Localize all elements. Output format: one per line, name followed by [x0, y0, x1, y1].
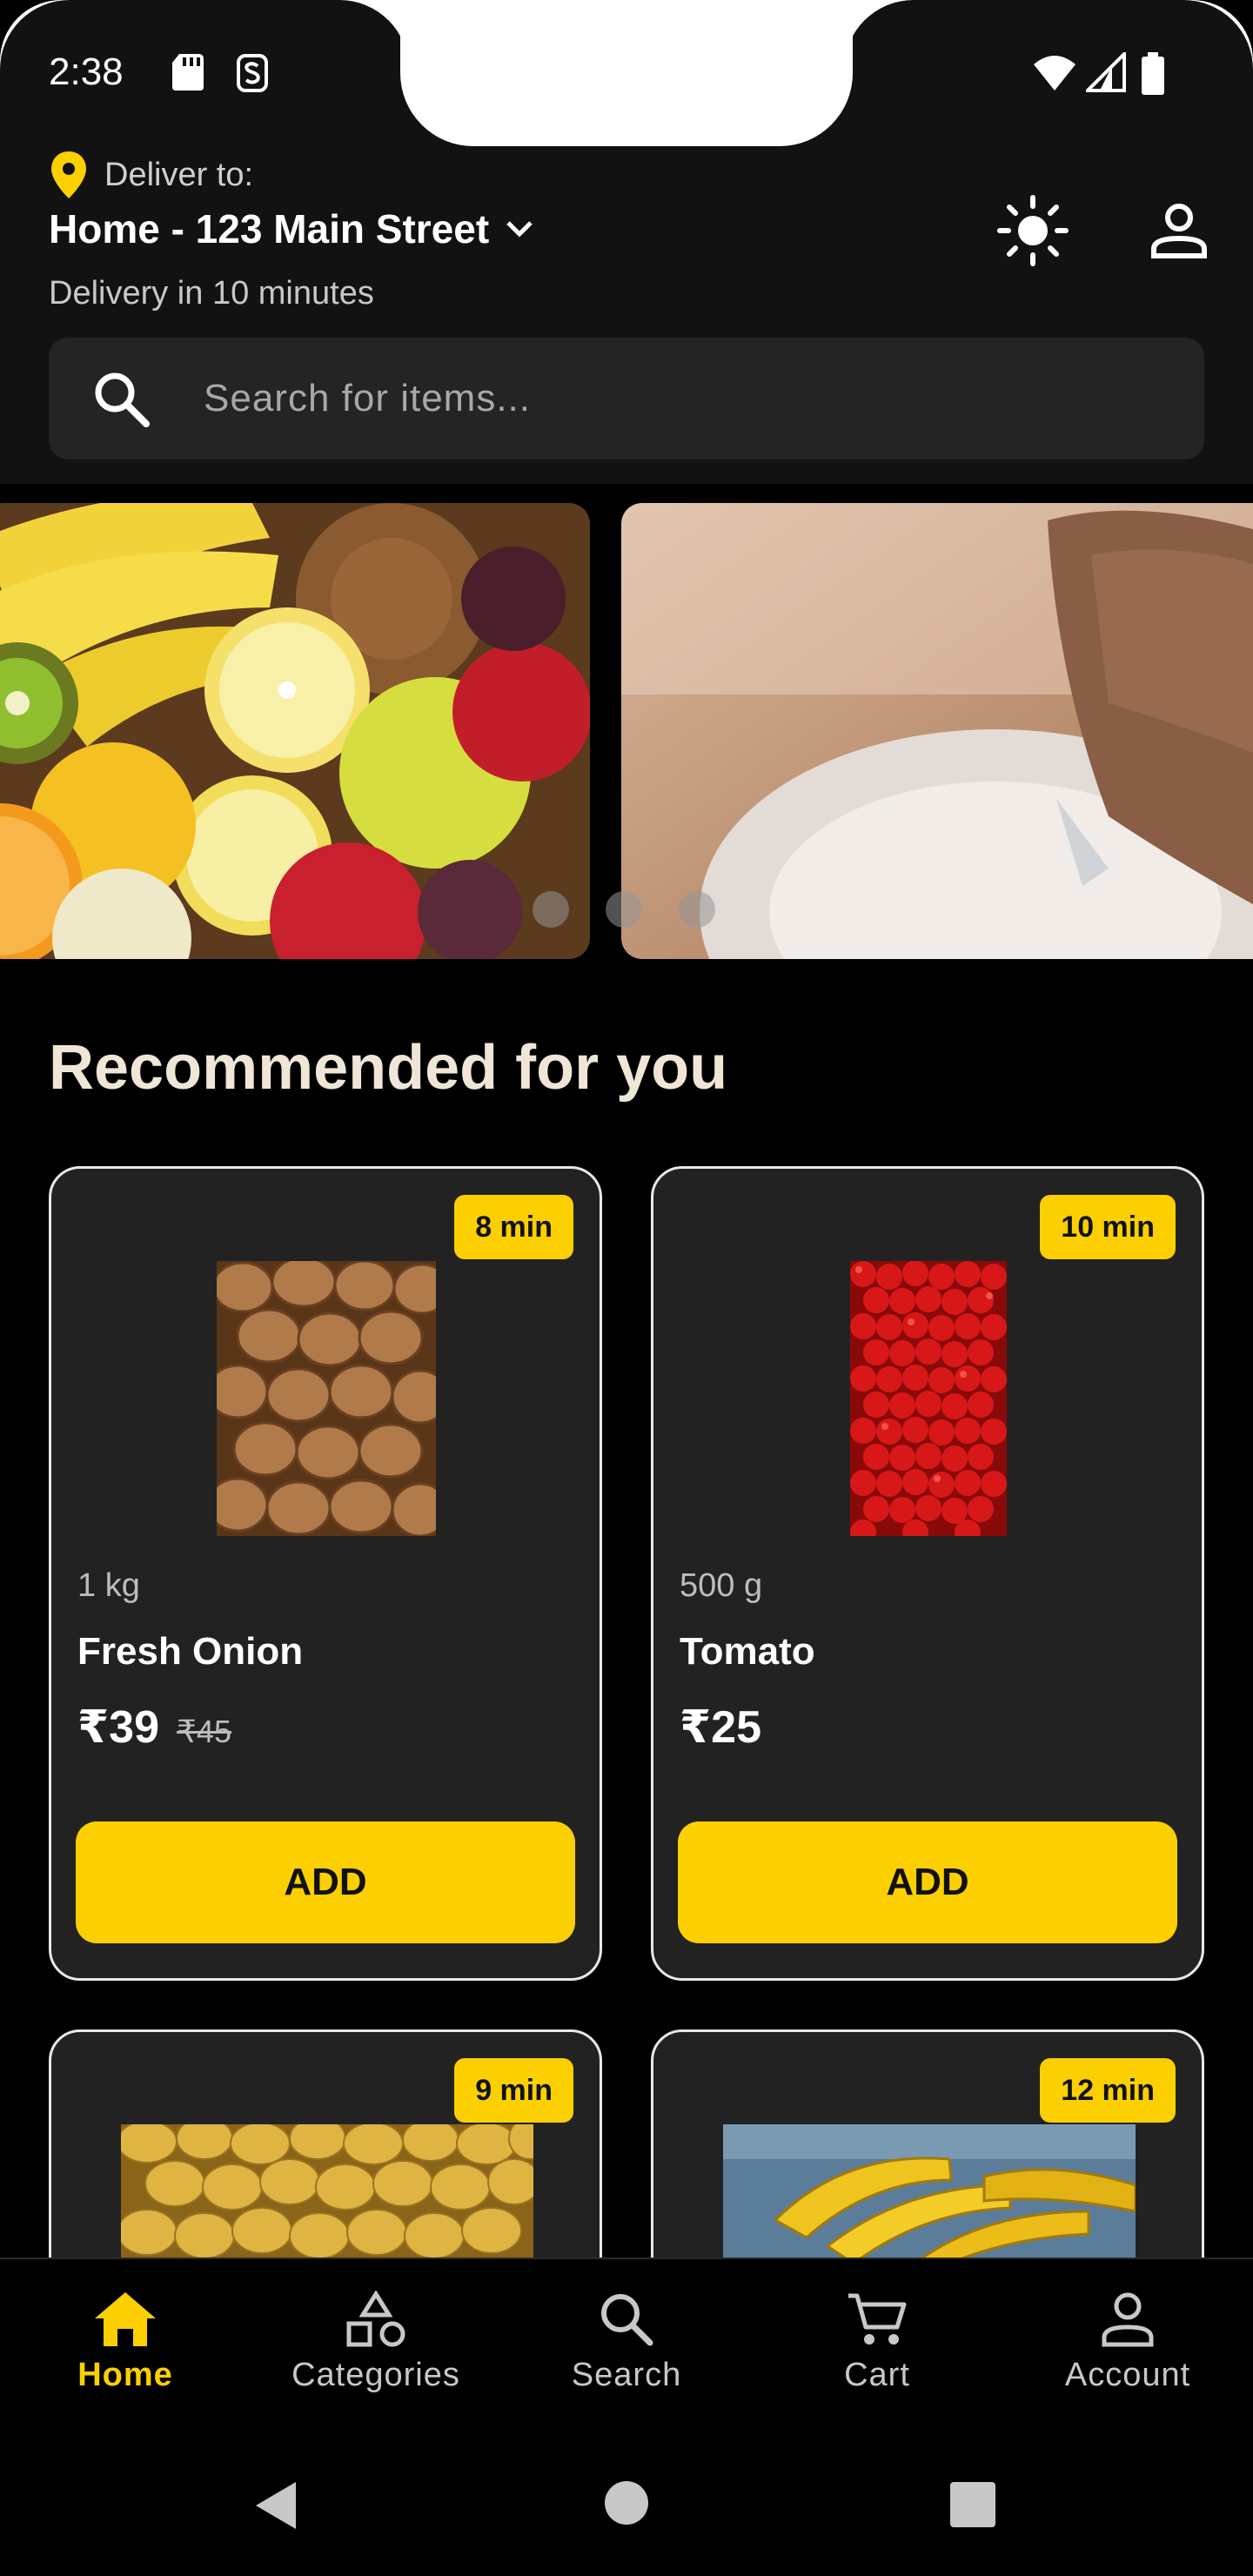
- section-title: Recommended for you: [49, 1033, 728, 1103]
- current-price: ₹39: [77, 1702, 160, 1753]
- add-to-cart-button[interactable]: ADD: [678, 1821, 1177, 1943]
- search-icon: [601, 2294, 653, 2346]
- product-card[interactable]: 10 min 500 g Tomato ₹25 ADD: [651, 1166, 1204, 1981]
- deliver-to-row: Deliver to:: [49, 150, 253, 200]
- back-icon[interactable]: [252, 2480, 299, 2531]
- status-time: 2:38: [49, 50, 124, 93]
- person-icon: [1151, 204, 1207, 258]
- wifi-icon: [1034, 56, 1075, 91]
- product-price: ₹25: [680, 1701, 761, 1754]
- pagination-dot[interactable]: [533, 891, 569, 928]
- delivery-time-badge: 9 min: [454, 2058, 573, 2123]
- theme-toggle-button[interactable]: [994, 191, 1072, 270]
- dessert-banner-image: [621, 503, 1253, 959]
- add-to-cart-button[interactable]: ADD: [76, 1821, 575, 1943]
- delivery-time-badge: 10 min: [1040, 1195, 1176, 1259]
- chevron-down-icon: [506, 221, 533, 238]
- banana-image: [723, 2124, 1136, 2264]
- account-icon: [1102, 2292, 1154, 2347]
- system-navigation-bar: [0, 2428, 1253, 2576]
- product-name: Tomato: [680, 1630, 815, 1673]
- potato-image: [121, 2124, 533, 2264]
- original-price: ₹45: [177, 1714, 231, 1749]
- camera-notch: [400, 0, 853, 146]
- search-icon: [95, 372, 150, 427]
- nav-item-account[interactable]: Account: [1002, 2259, 1253, 2428]
- security-status-icon: [237, 54, 268, 92]
- location-pin-icon: [51, 151, 86, 198]
- product-price: ₹39 ₹45: [77, 1701, 231, 1754]
- battery-icon: [1142, 52, 1164, 95]
- delivery-time-badge: 8 min: [454, 1195, 573, 1259]
- delivery-address: Home - 123 Main Street: [49, 206, 490, 252]
- sd-card-icon: [172, 54, 204, 91]
- search-bar[interactable]: [49, 338, 1204, 460]
- deliver-to-label: Deliver to:: [104, 156, 254, 193]
- banner-pagination: [533, 891, 715, 928]
- onion-image: [217, 1261, 436, 1536]
- product-quantity: 500 g: [680, 1567, 763, 1604]
- nav-label: Search: [571, 2357, 682, 2393]
- home-circle-icon[interactable]: [604, 2480, 649, 2526]
- nav-label: Account: [1064, 2357, 1191, 2393]
- recents-icon[interactable]: [950, 2482, 995, 2527]
- nav-item-home[interactable]: Home: [0, 2259, 251, 2428]
- nav-label: Home: [77, 2357, 173, 2393]
- address-selector[interactable]: Home - 123 Main Street: [49, 205, 534, 252]
- delivery-eta: Delivery in 10 minutes: [49, 275, 374, 312]
- current-price: ₹25: [680, 1702, 762, 1753]
- sun-icon: [997, 195, 1069, 266]
- app-header: 2:38 Deliver to: Home - 123 Main Street …: [0, 0, 1253, 484]
- product-name: Fresh Onion: [77, 1630, 304, 1673]
- app-screen: 2:38 Deliver to: Home - 123 Main Street …: [0, 0, 1253, 2576]
- delivery-time-badge: 12 min: [1040, 2058, 1176, 2123]
- banner-dessert[interactable]: [621, 503, 1253, 959]
- product-card[interactable]: 8 min 1 kg Fresh Onion ₹39 ₹45 ADD: [49, 1166, 602, 1981]
- pagination-dot[interactable]: [679, 891, 715, 928]
- tomato-image: [850, 1261, 1007, 1536]
- banner-fruits[interactable]: [0, 503, 590, 959]
- profile-button[interactable]: [1140, 191, 1218, 270]
- nav-item-search[interactable]: Search: [501, 2259, 752, 2428]
- search-input[interactable]: [204, 377, 1074, 420]
- bottom-navigation: Home Categories Search Cart Account: [0, 2257, 1253, 2428]
- categories-icon: [346, 2291, 405, 2347]
- nav-item-categories[interactable]: Categories: [251, 2259, 501, 2428]
- fruits-banner-image: [0, 503, 590, 959]
- cart-icon: [848, 2293, 907, 2345]
- nav-label: Categories: [291, 2357, 460, 2393]
- signal-icon: [1086, 52, 1126, 92]
- pagination-dot[interactable]: [606, 891, 642, 928]
- nav-item-cart[interactable]: Cart: [752, 2259, 1002, 2428]
- nav-label: Cart: [844, 2357, 910, 2393]
- product-quantity: 1 kg: [77, 1567, 140, 1604]
- home-icon: [95, 2292, 156, 2346]
